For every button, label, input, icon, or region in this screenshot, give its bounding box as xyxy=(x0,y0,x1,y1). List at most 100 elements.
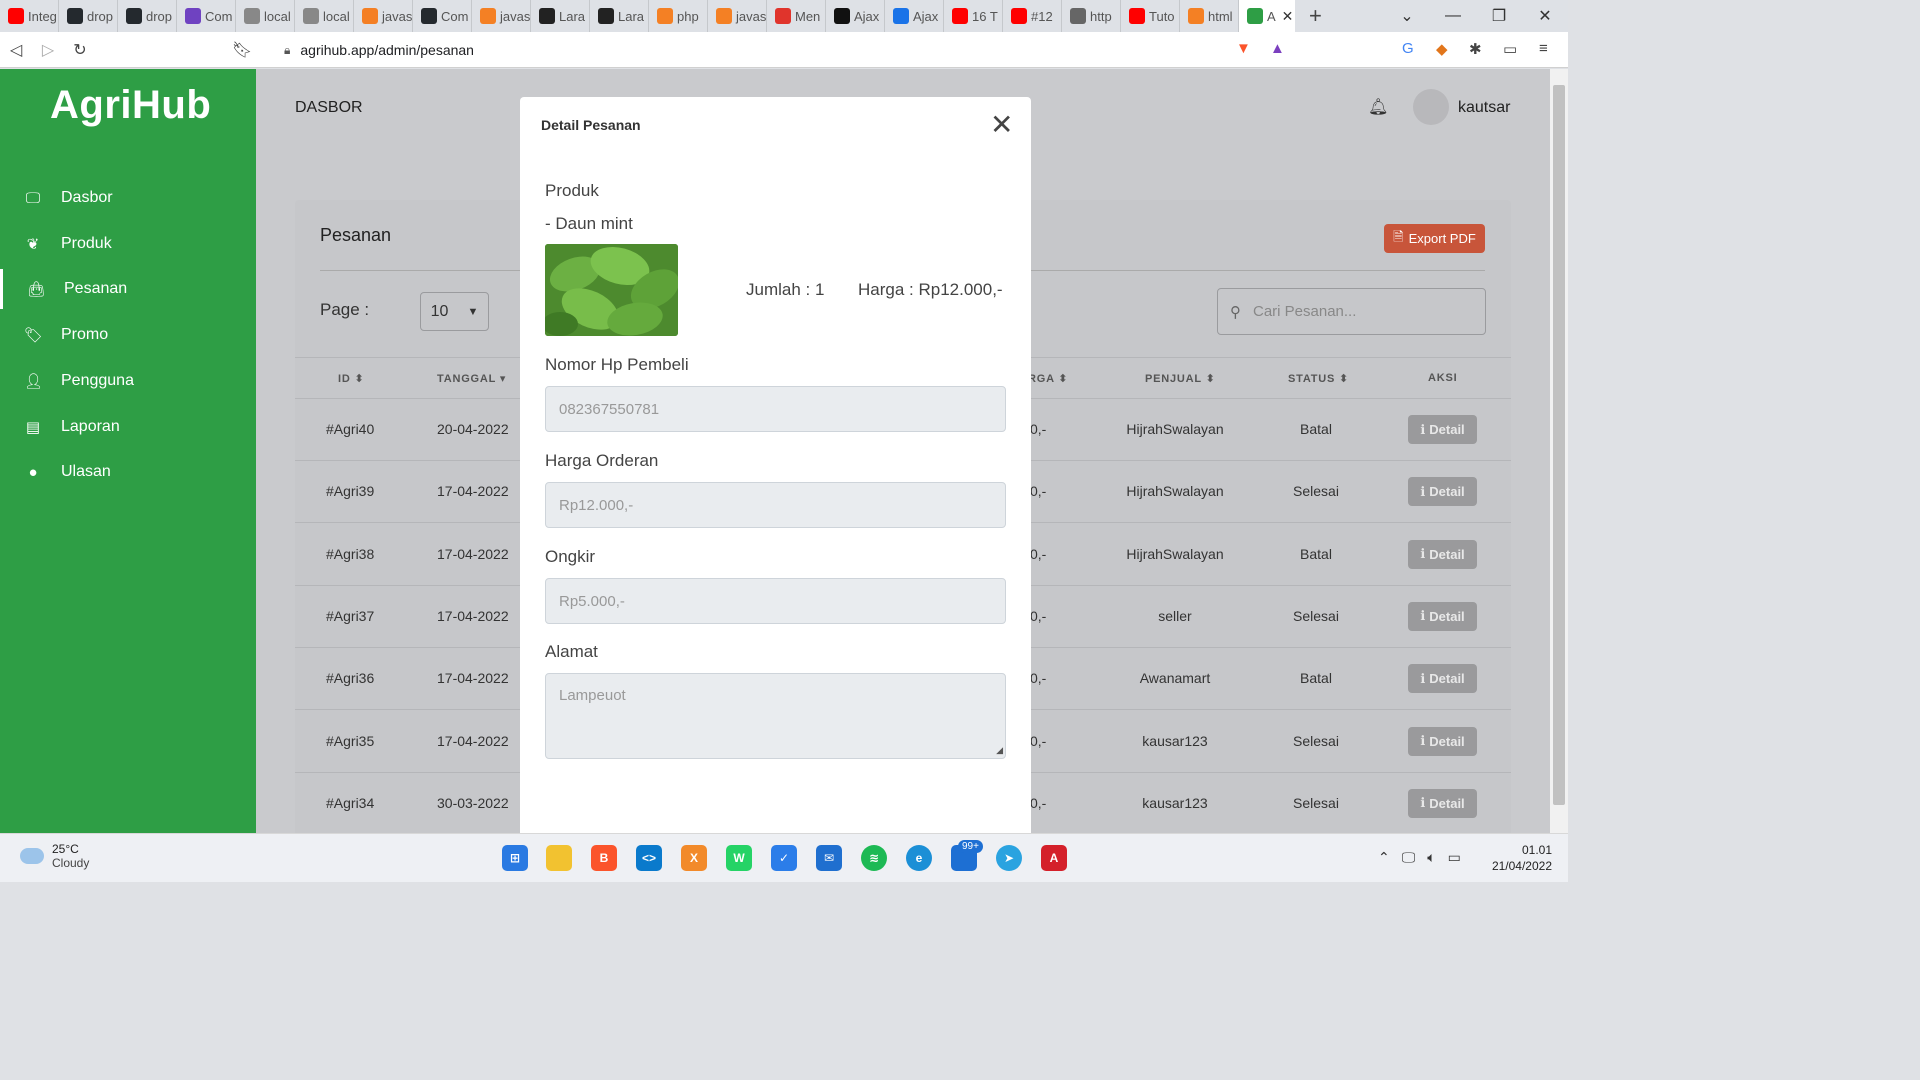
tab-label: Tuto xyxy=(1149,8,1175,24)
close-icon[interactable]: ✕ xyxy=(990,111,1013,139)
minimize-icon[interactable]: — xyxy=(1430,7,1476,25)
brave-icon[interactable]: B xyxy=(591,845,617,871)
column-header-status[interactable]: STATUS ⬍ xyxy=(1288,372,1349,385)
page-scrollbar[interactable] xyxy=(1550,69,1568,833)
sidebar-item-pesanan[interactable]: 👜︎ Pesanan xyxy=(0,269,256,310)
mail-icon[interactable]: ✉ xyxy=(816,845,842,871)
sidebar-item-produk[interactable]: ❦ Produk xyxy=(0,224,256,264)
telegram-icon[interactable]: ➤ xyxy=(996,845,1022,871)
browser-tab[interactable]: A ✕ xyxy=(1239,0,1295,32)
file-explorer-icon[interactable] xyxy=(546,845,572,871)
url-field[interactable]: 🔒︎ agrihub.app/admin/pesanan xyxy=(272,36,1298,64)
metamask-icon[interactable]: ◆ xyxy=(1436,40,1448,58)
volume-icon[interactable]: 🔈︎ xyxy=(1427,849,1435,866)
bookmark-icon[interactable]: 🔖︎ xyxy=(226,40,258,60)
battery-icon[interactable]: ▭ xyxy=(1448,849,1461,866)
spotify-icon[interactable]: ≋ xyxy=(861,845,887,871)
maximize-icon[interactable]: ❐ xyxy=(1476,6,1522,26)
whatsapp-icon[interactable]: W xyxy=(726,845,752,871)
browser-tab[interactable]: Integ xyxy=(0,0,59,32)
browser-tab[interactable]: Lara xyxy=(590,0,649,32)
browser-tab[interactable]: local xyxy=(236,0,295,32)
detail-button[interactable]: ℹ Detail xyxy=(1408,415,1477,444)
browser-tab[interactable]: Lara xyxy=(531,0,590,32)
tab-label: A xyxy=(1267,8,1276,24)
browser-tab[interactable]: Ajax xyxy=(885,0,944,32)
clock[interactable]: 01.01 21/04/2022 xyxy=(1486,842,1552,874)
browser-tab[interactable]: Com xyxy=(177,0,236,32)
export-pdf-button[interactable]: 🗎 Export PDF xyxy=(1384,224,1485,253)
browser-tab[interactable]: local xyxy=(295,0,354,32)
username[interactable]: kautsar xyxy=(1458,99,1510,117)
edge-icon[interactable]: e xyxy=(906,845,932,871)
new-tab-icon[interactable]: + xyxy=(1295,3,1336,29)
browser-tab[interactable]: javas xyxy=(708,0,767,32)
bell-icon[interactable]: 🔔︎ xyxy=(1368,97,1388,117)
back-icon[interactable]: ◁ xyxy=(0,40,32,60)
page-size-select[interactable]: 10 ▼ xyxy=(420,292,489,331)
browser-tab[interactable]: #12 xyxy=(1003,0,1062,32)
browser-tab[interactable]: drop xyxy=(118,0,177,32)
browser-tab[interactable]: Men xyxy=(767,0,826,32)
column-header-price[interactable]: RGA ⬍ xyxy=(1028,372,1068,385)
browser-tab[interactable]: Com xyxy=(413,0,472,32)
sidebar-item-laporan[interactable]: ▤ Laporan xyxy=(0,407,256,447)
sidebar-item-ulasan[interactable]: ● Ulasan xyxy=(0,452,256,492)
browser-tab[interactable]: php xyxy=(649,0,708,32)
brave-shield-icon[interactable]: ▼ xyxy=(1236,40,1251,57)
chevron-up-icon[interactable]: ⌃ xyxy=(1378,849,1390,866)
detail-button[interactable]: ℹ Detail xyxy=(1408,664,1477,694)
resize-handle-icon[interactable]: ◢ xyxy=(996,745,1003,756)
browser-tab[interactable]: html xyxy=(1180,0,1239,32)
browser-tab[interactable]: javas xyxy=(472,0,531,32)
detail-label: Detail xyxy=(1429,546,1465,562)
tab-search-icon[interactable]: ⌄ xyxy=(1384,6,1430,26)
sidebar-item-dasbor[interactable]: 🖵︎ Dasbor xyxy=(0,178,256,218)
leaf-icon: ❦ xyxy=(26,235,40,253)
cell-seller: HijrahSwalayan xyxy=(1126,545,1224,562)
avatar[interactable] xyxy=(1413,89,1449,125)
browser-tab[interactable]: Ajax xyxy=(826,0,885,32)
column-header-date[interactable]: TANGGAL ▾ xyxy=(437,372,506,385)
xampp-icon[interactable]: X xyxy=(681,845,707,871)
scroll-thumb[interactable] xyxy=(1553,85,1565,805)
column-header-id[interactable]: ID ⬍ xyxy=(338,372,364,385)
cell-seller: kausar123 xyxy=(1142,794,1208,811)
time: 01.01 xyxy=(1521,843,1552,857)
detail-button[interactable]: ℹ Detail xyxy=(1408,477,1477,507)
reload-icon[interactable]: ↻ xyxy=(64,40,96,60)
menu-icon[interactable]: ≡ xyxy=(1539,40,1548,57)
detail-button[interactable]: ℹ Detail xyxy=(1408,788,1477,818)
browser-tab[interactable]: http xyxy=(1062,0,1121,32)
detail-button[interactable]: ℹ Detail xyxy=(1408,726,1477,756)
column-header-seller[interactable]: PENJUAL ⬍ xyxy=(1145,372,1216,385)
tab-close-icon[interactable]: ✕ xyxy=(1282,8,1294,25)
todo-icon[interactable]: ✓ xyxy=(771,845,797,871)
browser-tab[interactable]: drop xyxy=(59,0,118,32)
wallet-icon[interactable]: ▭ xyxy=(1503,40,1517,58)
brave-rewards-icon[interactable]: ▲ xyxy=(1270,40,1285,57)
start-icon[interactable]: ⊞ xyxy=(502,845,528,871)
extensions-icon[interactable]: ✱ xyxy=(1469,40,1482,58)
detail-label: Detail xyxy=(1429,795,1465,811)
detail-button[interactable]: ℹ Detail xyxy=(1408,539,1477,569)
cell-status: Selesai xyxy=(1293,794,1339,811)
translate-icon[interactable]: G xyxy=(1402,40,1414,57)
sidebar-item-pengguna[interactable]: 👤︎ Pengguna xyxy=(0,361,256,401)
tab-label: Com xyxy=(205,8,233,24)
sidebar-item-promo[interactable]: 🏷︎ Promo xyxy=(0,315,256,355)
app-logo[interactable]: AgriHub xyxy=(50,83,211,128)
forward-icon[interactable]: ▷ xyxy=(32,40,64,60)
vscode-icon[interactable]: <> xyxy=(636,845,662,871)
browser-tab[interactable]: javas xyxy=(354,0,413,32)
network-icon[interactable]: 🖵︎ xyxy=(1402,849,1416,866)
detail-button[interactable]: ℹ Detail xyxy=(1408,601,1477,631)
weather-widget[interactable]: 25°C Cloudy xyxy=(20,842,89,870)
report-icon: ▤ xyxy=(25,418,41,436)
browser-tab[interactable]: Tuto xyxy=(1121,0,1180,32)
close-window-icon[interactable]: ✕ xyxy=(1522,6,1568,26)
pdf-reader-icon[interactable]: A xyxy=(1041,845,1067,871)
info-icon: ℹ xyxy=(1420,608,1426,624)
search-input[interactable]: ⚲ Cari Pesanan... xyxy=(1217,288,1486,335)
browser-tab[interactable]: 16 T xyxy=(944,0,1003,32)
